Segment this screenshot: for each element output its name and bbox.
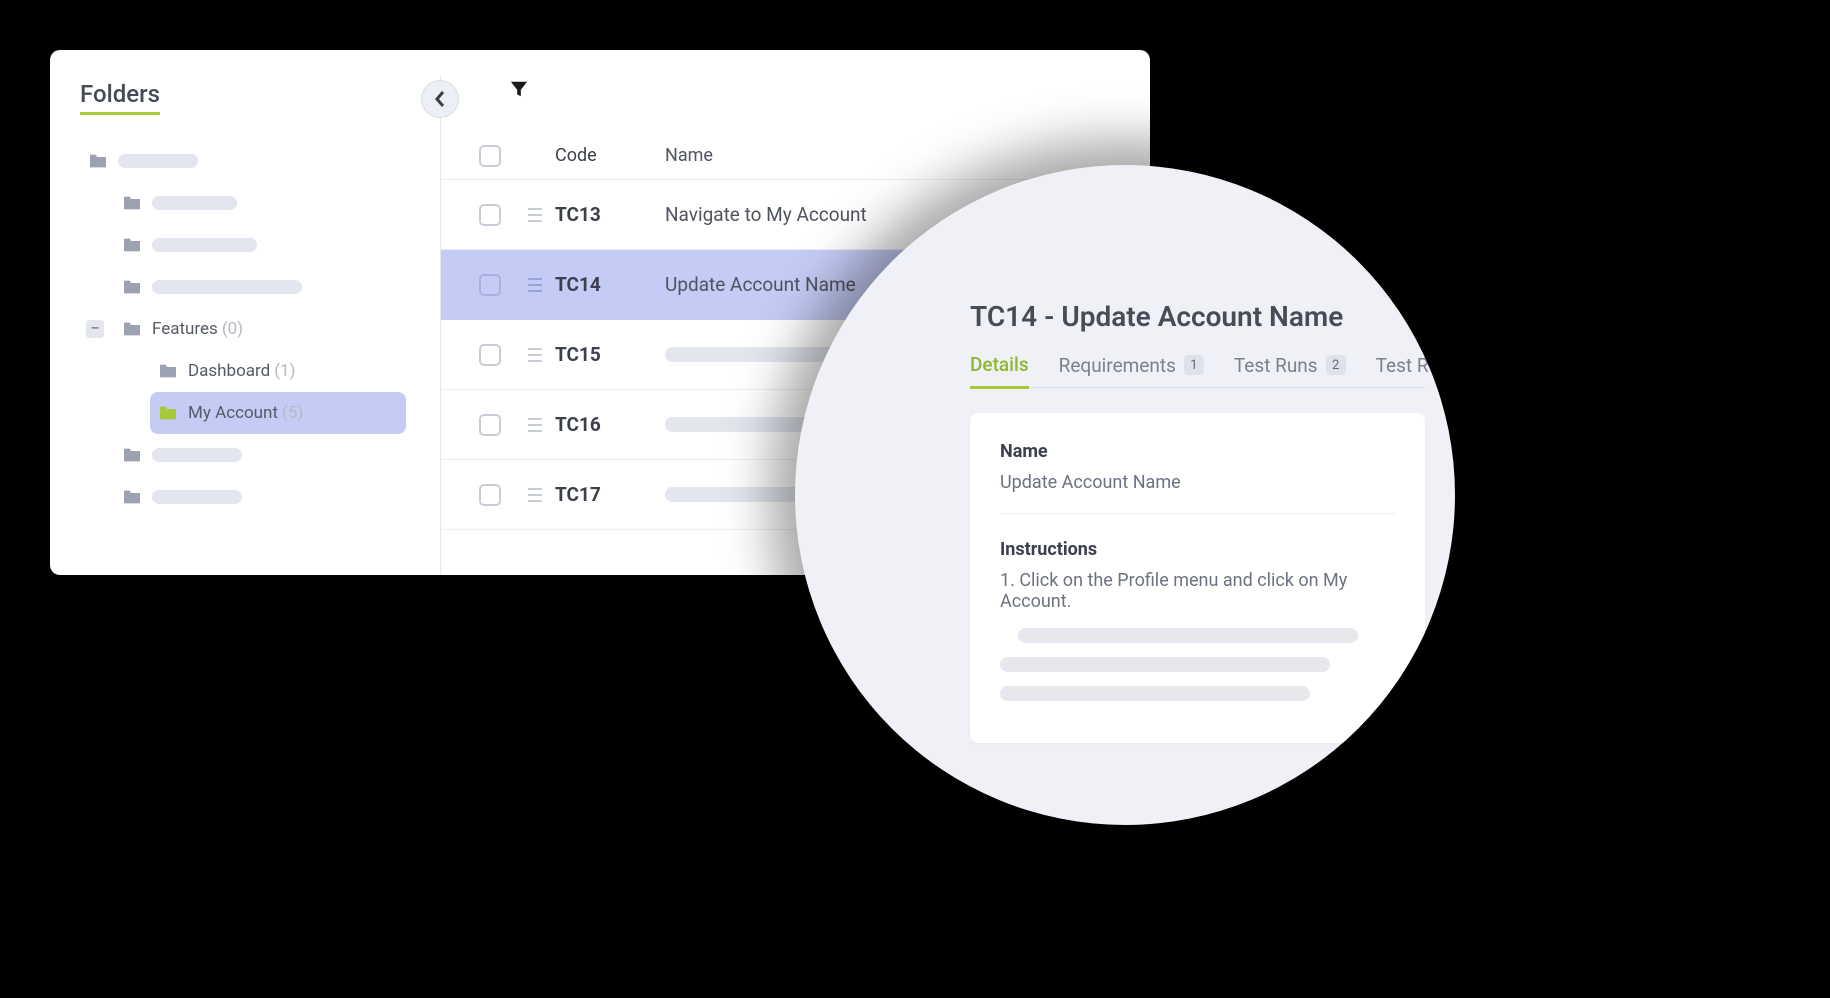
sidebar-item-placeholder[interactable] <box>114 476 410 518</box>
instruction-placeholder <box>1000 686 1310 701</box>
folder-icon <box>122 447 142 463</box>
tab-test-results[interactable]: Test Results <box>1376 354 1455 387</box>
placeholder <box>152 238 257 252</box>
tree-item-label: My Account <box>188 403 278 423</box>
folder-icon <box>122 195 142 211</box>
tree-item-count: (0) <box>222 319 243 339</box>
sidebar-item-placeholder[interactable] <box>114 266 410 308</box>
placeholder <box>152 280 302 294</box>
tab-badge: 2 <box>1326 355 1346 375</box>
detail-panel: TC14 - Update Account Name Details Requir… <box>795 165 1455 825</box>
row-checkbox[interactable] <box>479 484 501 506</box>
collapse-sidebar-button[interactable] <box>421 80 459 118</box>
folder-icon <box>88 153 108 169</box>
tree-item-count: (5) <box>282 403 303 423</box>
instruction-step: 1. Click on the Profile menu and click o… <box>1000 570 1395 612</box>
detail-title: TC14 - Update Account Name <box>970 300 1425 333</box>
field-value-name: Update Account Name <box>1000 472 1395 514</box>
drag-handle-icon[interactable] <box>515 206 555 224</box>
sidebar-item-dashboard[interactable]: Dashboard (1) <box>150 350 410 392</box>
cell-code: TC13 <box>555 203 665 226</box>
row-checkbox[interactable] <box>479 204 501 226</box>
divider <box>440 75 441 575</box>
row-checkbox[interactable] <box>479 344 501 366</box>
filter-button[interactable] <box>510 80 1150 102</box>
tab-label: Test Results <box>1376 354 1455 377</box>
placeholder <box>152 448 242 462</box>
field-label-instructions: Instructions <box>1000 539 1395 560</box>
sidebar-item-placeholder[interactable] <box>80 140 410 182</box>
sidebar-item-features[interactable]: −Features (0) <box>114 308 410 350</box>
tab-label: Requirements <box>1059 354 1176 377</box>
tab-details[interactable]: Details <box>970 353 1029 389</box>
placeholder <box>152 196 237 210</box>
folder-icon <box>122 489 142 505</box>
filter-icon <box>510 80 528 98</box>
row-checkbox[interactable] <box>479 274 501 296</box>
tab-label: Test Runs <box>1234 354 1318 377</box>
tab-requirements[interactable]: Requirements 1 <box>1059 354 1204 387</box>
folder-icon <box>158 363 178 379</box>
chevron-left-icon <box>434 90 446 108</box>
drag-handle-icon[interactable] <box>515 486 555 504</box>
cell-code: TC14 <box>555 273 665 296</box>
drag-handle-icon[interactable] <box>515 416 555 434</box>
tree-item-label: Features <box>152 319 218 339</box>
folder-icon <box>158 405 178 421</box>
instruction-placeholder <box>1018 628 1358 643</box>
instruction-placeholder <box>1000 657 1330 672</box>
cell-code: TC15 <box>555 343 665 366</box>
tab-label: Details <box>970 353 1029 376</box>
detail-tabs: DetailsRequirements1Test Runs2Test Resul… <box>970 353 1425 388</box>
row-checkbox[interactable] <box>479 414 501 436</box>
detail-card: Name Update Account Name Instructions 1.… <box>970 413 1425 743</box>
placeholder <box>152 490 242 504</box>
drag-handle-icon[interactable] <box>515 346 555 364</box>
folder-icon <box>122 279 142 295</box>
table-header: Code Name <box>440 132 1150 180</box>
drag-handle-icon[interactable] <box>515 276 555 294</box>
tab-test-runs[interactable]: Test Runs 2 <box>1234 354 1346 387</box>
folder-tree: −Features (0)Dashboard (1)My Account (5) <box>80 140 410 518</box>
sidebar: Folders −Features (0)Dashboard (1)My Acc… <box>50 50 440 575</box>
column-header-name[interactable]: Name <box>665 145 1125 166</box>
sidebar-item-placeholder[interactable] <box>114 434 410 476</box>
collapse-toggle[interactable]: − <box>86 320 104 338</box>
folder-icon <box>122 237 142 253</box>
cell-code: TC17 <box>555 483 665 506</box>
field-label-name: Name <box>1000 441 1395 462</box>
tree-item-label: Dashboard <box>188 361 270 381</box>
folder-icon <box>122 321 142 337</box>
select-all-checkbox[interactable] <box>479 145 501 167</box>
column-header-code[interactable]: Code <box>555 145 665 166</box>
sidebar-item-my-account[interactable]: My Account (5) <box>150 392 406 434</box>
tree-item-count: (1) <box>274 361 295 381</box>
sidebar-item-placeholder[interactable] <box>114 182 410 224</box>
sidebar-title: Folders <box>80 80 160 115</box>
sidebar-item-placeholder[interactable] <box>114 224 410 266</box>
cell-code: TC16 <box>555 413 665 436</box>
placeholder <box>118 154 198 168</box>
tab-badge: 1 <box>1184 355 1204 375</box>
